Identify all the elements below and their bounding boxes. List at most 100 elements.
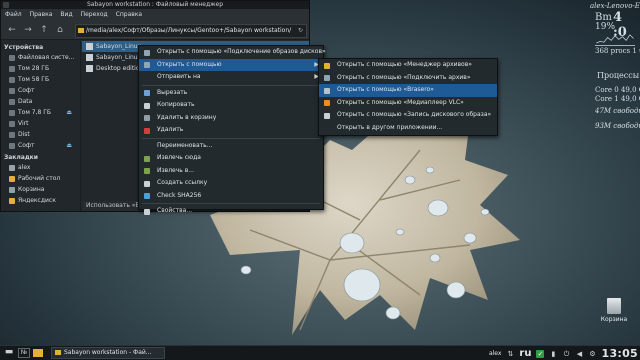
context-menu-item-checksum[interactable]: Check SHA256 xyxy=(139,190,323,203)
sidebar-device-item[interactable]: Data xyxy=(1,96,80,107)
other-app-icon xyxy=(324,125,330,131)
sidebar-device-item-label: Том 7,8 ГБ xyxy=(18,109,51,116)
submenu-item-other-app[interactable]: Открыть в другом приложении... xyxy=(319,122,497,135)
task-title: Sabayon workstation - Фай... xyxy=(64,349,152,356)
sidebar-device-item[interactable]: Том 28 ГБ xyxy=(1,63,80,74)
menu-icon[interactable]: ▬ xyxy=(3,348,15,358)
keyboard-layout[interactable]: ru xyxy=(519,348,531,359)
submenu-item-brasero[interactable]: Открыть с помощью «Brasero» xyxy=(319,84,497,97)
drive-icon xyxy=(9,142,15,149)
context-menu-item-label: Создать ссылку xyxy=(157,179,208,186)
folder-icon xyxy=(9,197,15,204)
file-icon xyxy=(86,65,93,72)
context-menu-item-extract[interactable]: Извлечь сюда xyxy=(139,152,323,165)
context-menu-item-label: Удалить xyxy=(157,126,184,133)
sidebar-bookmark-item[interactable]: Яндексдиск xyxy=(1,195,80,206)
context-menu-item-link[interactable]: Создать ссылку xyxy=(139,177,323,190)
file-name: Desktop edition xyxy=(96,65,144,72)
file-manager-launcher-icon[interactable] xyxy=(33,349,43,357)
core0-temp: Core 0 49,0 C xyxy=(595,86,640,94)
drive-icon xyxy=(9,87,15,94)
drive-icon xyxy=(9,131,15,138)
context-menu-item-trash[interactable]: Удалить в корзину xyxy=(139,112,323,125)
menu-edit[interactable]: Правка xyxy=(30,9,53,20)
sidebar-bookmark-item[interactable]: Рабочий стол xyxy=(1,173,80,184)
folder-icon xyxy=(78,28,84,33)
context-menu-item-scissors[interactable]: Вырезать xyxy=(139,87,323,100)
scissors-icon xyxy=(144,90,150,96)
location-bar[interactable]: /media/alex/Софт/Образы/Линуксы/Gentoo+/… xyxy=(75,24,307,38)
submenu-item-archive[interactable]: Открыть с помощью «Менеджер архивов» xyxy=(319,59,497,72)
power-icon[interactable]: ⏻ xyxy=(562,350,570,358)
reload-icon[interactable]: ↻ xyxy=(298,25,303,37)
menubar: Файл Правка Вид Переход Справка xyxy=(1,9,309,20)
sidebar-bookmark-item[interactable]: alex xyxy=(1,162,80,173)
menu-help[interactable]: Справка xyxy=(116,9,142,20)
volume-icon[interactable]: ◀ xyxy=(575,350,583,358)
sidebar-device-item[interactable]: Том 7,8 ГБ ⏏ xyxy=(1,107,80,118)
context-menu-item-send[interactable]: Отправить на ▶ xyxy=(139,71,323,84)
context-menu-item-properties[interactable]: Свойства... xyxy=(139,205,323,218)
context-menu-item-label: Отправить на xyxy=(157,73,201,80)
cpu-percent: 19% xyxy=(595,22,616,32)
sidebar-device-item[interactable]: Файловая систе... xyxy=(1,52,80,63)
menu-view[interactable]: Вид xyxy=(60,9,72,20)
menu-separator xyxy=(142,84,320,86)
menu-file[interactable]: Файл xyxy=(5,9,22,20)
delete-icon xyxy=(144,127,150,134)
link-icon xyxy=(144,180,150,187)
task-button-file-manager[interactable]: Sabayon workstation - Фай... xyxy=(51,347,165,359)
eject-icon[interactable]: ⏏ xyxy=(66,110,72,116)
home-icon xyxy=(9,164,15,171)
sidebar-bookmark-item-label: alex xyxy=(18,164,31,171)
window-menu-icon[interactable] xyxy=(3,2,9,8)
context-menu-item-label: Открыть с помощью xyxy=(157,60,222,68)
submenu-item-label: Открыть в другом приложении... xyxy=(337,123,443,131)
sidebar-device-item[interactable]: Dist xyxy=(1,129,80,140)
notifications-icon[interactable]: ⚙ xyxy=(588,350,596,358)
sidebar: Устройства Файловая систе... Том 28 ГБ Том… xyxy=(1,41,81,211)
submenu-item-label: Открыть с помощью «Медиаплеер VLC» xyxy=(337,98,464,106)
context-menu-item-extract-to[interactable]: Извлечь в... xyxy=(139,165,323,178)
terminal-launcher-icon[interactable]: № xyxy=(18,348,30,358)
clock[interactable]: 13:05 xyxy=(601,347,638,360)
back-icon[interactable]: ← xyxy=(7,25,17,35)
sidebar-bookmark-item-label: Рабочий стол xyxy=(18,175,61,182)
submenu-item-vlc[interactable]: Открыть с помощью «Медиаплеер VLC» xyxy=(319,97,497,110)
update-ok-icon[interactable]: ✓ xyxy=(536,349,545,358)
desktop-trash[interactable]: Корзина xyxy=(596,298,632,323)
sidebar-device-item[interactable]: Virt xyxy=(1,118,80,129)
submenu-item-disk-image-writer[interactable]: Открыть с помощью «Запись дискового обра… xyxy=(319,109,497,122)
mount-archive-icon xyxy=(324,75,330,81)
submenu-item-mount-archive[interactable]: Открыть с помощью «Подключить архив» xyxy=(319,72,497,85)
context-menu-item-copy[interactable]: Копировать xyxy=(139,99,323,112)
sidebar-device-item[interactable]: Том 58 ГБ xyxy=(1,74,80,85)
forward-icon[interactable]: → xyxy=(23,25,33,35)
sidebar-bookmark-item[interactable]: Корзина xyxy=(1,184,80,195)
context-menu-item-label: Извлечь в... xyxy=(157,166,194,174)
context-menu-item-label: Извлечь сюда xyxy=(157,154,201,161)
context-menu-item-label: Копировать xyxy=(157,101,195,108)
sidebar-device-item-label: Файловая систе... xyxy=(18,54,75,61)
home-icon[interactable]: ⌂ xyxy=(55,25,65,35)
submenu-item-label: Открыть с помощью «Подключить архив» xyxy=(337,73,471,81)
open-with-submenu: Открыть с помощью «Менеджер архивов» Откр… xyxy=(318,58,498,136)
battery-icon[interactable]: ▮ xyxy=(549,350,557,358)
sidebar-device-item[interactable]: Софт ⏏ xyxy=(1,140,80,151)
sidebar-device-item[interactable]: Софт xyxy=(1,85,80,96)
context-menu-item-open-with[interactable]: Открыть с помощью ▶ xyxy=(139,58,323,71)
context-menu-item-disk-mount[interactable]: Открыть с помощью «Подключение образов д… xyxy=(139,46,326,59)
network-icon[interactable]: ⇅ xyxy=(506,350,514,358)
sidebar-device-item-label: Data xyxy=(18,98,33,105)
hostname: alex-Lenovo-E xyxy=(590,2,640,10)
up-icon[interactable]: ↑ xyxy=(39,25,49,35)
system-tray: alex ⇅ ru ✓ ▮ ⏻ ◀ ⚙ 13:05 xyxy=(489,346,638,360)
context-menu-item-delete[interactable]: Удалить xyxy=(139,124,323,137)
eject-icon[interactable]: ⏏ xyxy=(66,143,72,149)
menu-go[interactable]: Переход xyxy=(81,9,108,20)
menu-separator xyxy=(142,137,320,139)
window-titlebar[interactable]: Sabayon workstation : Файловый менеджер xyxy=(1,1,309,9)
context-menu-item-rename[interactable]: Переименовать... xyxy=(139,140,323,153)
context-menu-item-label: Переименовать... xyxy=(157,141,213,149)
user-name[interactable]: alex xyxy=(489,350,501,357)
